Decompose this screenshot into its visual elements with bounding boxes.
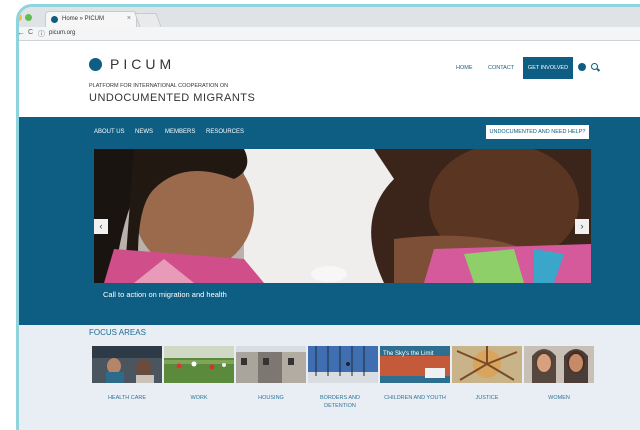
tagline-small: PLATFORM FOR INTERNATIONAL COOPERATION O… [89,83,229,89]
globe-icon[interactable] [578,63,586,71]
menu-news[interactable]: NEWS [135,129,153,135]
address-bar: ← C ⓘ picum.org [19,27,640,41]
new-tab-button[interactable] [134,13,162,27]
back-icon[interactable]: ← [19,28,25,37]
home-link[interactable]: HOME [456,65,473,71]
justice-image [452,346,522,383]
thumb-housing[interactable] [236,346,306,383]
children-image: The Sky's the Limit [380,346,450,383]
focus-label-borders[interactable]: BORDERS AND DETENTION [307,394,373,410]
browser-tab[interactable]: Home » PICUM × [45,11,137,27]
reload-icon[interactable]: C [28,29,33,36]
svg-text:The Sky's the Limit: The Sky's the Limit [383,351,434,357]
favicon-icon [51,16,58,23]
tagline-large: UNDOCUMENTED MIGRANTS [89,92,256,104]
logo-icon[interactable] [89,58,102,71]
hero-slider: ‹ › [94,149,591,283]
info-icon: ⓘ [38,31,45,38]
focus-label-work[interactable]: WORK [163,394,235,402]
focus-label-children[interactable]: CHILDREN AND YOUTH [375,394,455,402]
get-involved-button[interactable]: GET INVOLVED [523,57,573,79]
health-care-image [92,346,162,383]
need-help-button[interactable]: UNDOCUMENTED AND NEED HELP? [486,125,589,139]
url-field[interactable]: picum.org [49,30,75,36]
slider-caption[interactable]: Call to action on migration and health [103,290,227,299]
contact-link[interactable]: CONTACT [488,65,514,71]
main-band: ABOUT US NEWS MEMBERS RESOURCES UNDOCUME… [19,117,640,325]
close-icon[interactable]: × [127,15,131,22]
women-image [524,346,594,383]
focus-label-housing[interactable]: HOUSING [235,394,307,402]
browser-window: Home » PICUM × ← C ⓘ picum.org PICUM PLA… [16,4,640,430]
logo[interactable]: PICUM [110,56,175,72]
search-icon[interactable] [591,63,598,70]
thumb-justice[interactable] [452,346,522,383]
focus-label-women[interactable]: WOMEN [523,394,595,402]
thumb-children[interactable]: The Sky's the Limit [380,346,450,383]
menu-resources[interactable]: RESOURCES [206,129,244,135]
hero-photo [94,149,591,283]
maximize-dot[interactable] [25,14,32,21]
focus-areas-title: FOCUS AREAS [89,328,146,337]
thumb-health-care[interactable] [92,346,162,383]
focus-label-health-care[interactable]: HEALTH CARE [91,394,163,402]
housing-image [236,346,306,383]
thumb-women[interactable] [524,346,594,383]
thumb-borders[interactable] [308,346,378,383]
slider-next-button[interactable]: › [575,219,589,234]
menu-about-us[interactable]: ABOUT US [94,129,125,135]
tab-title: Home » PICUM [62,16,105,22]
site-header: PICUM PLATFORM FOR INTERNATIONAL COOPERA… [19,41,640,117]
minimize-dot[interactable] [19,14,22,21]
slider-prev-button[interactable]: ‹ [94,219,108,234]
tab-bar: Home » PICUM × [19,7,640,27]
work-image [164,346,234,383]
borders-image [308,346,378,383]
focus-label-justice[interactable]: JUSTICE [451,394,523,402]
thumb-work[interactable] [164,346,234,383]
menu-members[interactable]: MEMBERS [165,129,195,135]
